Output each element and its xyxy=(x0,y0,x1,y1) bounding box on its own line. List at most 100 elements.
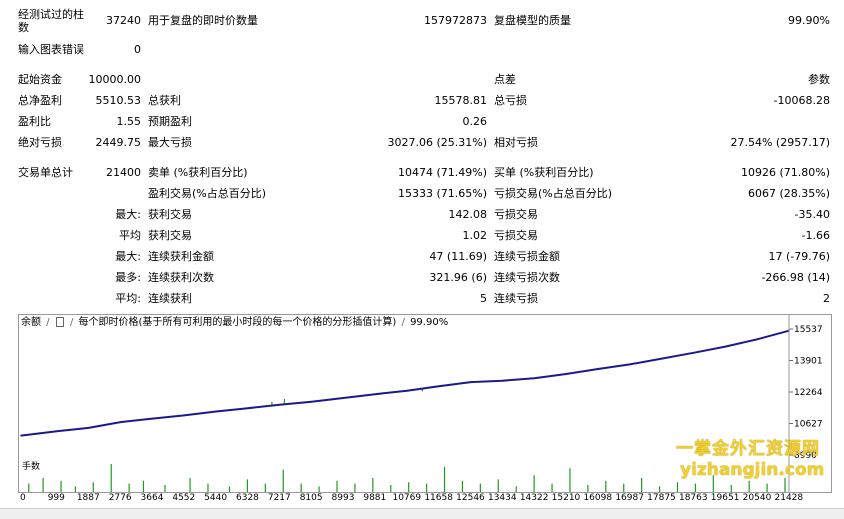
y-tick-label: 15537 xyxy=(794,325,823,335)
volume-bar xyxy=(207,483,209,492)
volume-bar xyxy=(443,466,446,492)
volume-bar xyxy=(461,480,464,492)
label-absolute-drawdown: 绝对亏损 xyxy=(18,136,62,149)
value-total-net-profit: 5510.53 xyxy=(95,94,142,107)
model-quality: 99.90% xyxy=(410,317,449,328)
value-long-positions: 10926 (71.80%) xyxy=(740,166,830,179)
label-gross-profit: 总获利 xyxy=(148,94,181,107)
x-tick-label: 20540 xyxy=(742,493,772,503)
x-tick-label: 18763 xyxy=(678,493,708,503)
watermark-text-cn: 一掌金外汇资源网 xyxy=(676,439,820,459)
balance-point xyxy=(501,379,504,382)
balance-point xyxy=(692,352,695,354)
volume-bar xyxy=(390,485,392,492)
balance-point xyxy=(756,338,758,341)
label-largest-loss: 亏损交易 xyxy=(494,208,538,221)
label-loss-trades: 亏损交易(%占总百分比) xyxy=(494,187,613,200)
label-profit-factor: 盈利比 xyxy=(18,115,51,128)
value-relative-drawdown: 27.54% (2957.17) xyxy=(730,136,830,149)
balance-point xyxy=(724,345,727,348)
value-expected-payoff: 0.26 xyxy=(462,115,488,128)
x-tick-label: 8105 xyxy=(299,493,323,503)
balance-point xyxy=(20,434,22,437)
value-largest-loss: -35.40 xyxy=(794,208,830,221)
value-bars-tested: 37240 xyxy=(106,14,141,27)
balance-point xyxy=(438,385,440,388)
x-tick-label: 7217 xyxy=(267,493,291,503)
balance-point xyxy=(597,368,599,370)
volume-bar xyxy=(623,483,625,492)
label-maximal-drawdown: 最大亏损 xyxy=(148,136,192,149)
label-spread: 点差 xyxy=(494,73,516,86)
balance-point xyxy=(183,414,185,417)
value-largest-profit: 142.08 xyxy=(448,208,488,221)
balance-point xyxy=(342,397,345,399)
x-tick-label: 3664 xyxy=(140,493,164,503)
balance-line xyxy=(20,329,790,437)
x-tick-label: 12546 xyxy=(456,493,485,503)
balance-point xyxy=(660,357,663,360)
volume-bar xyxy=(336,480,338,492)
label-max-consec: 最大: xyxy=(115,250,141,263)
x-tick-label: 13434 xyxy=(487,493,517,503)
x-tick-label: 17875 xyxy=(647,493,676,503)
volume-bar xyxy=(300,483,302,492)
x-tick-label: 0 xyxy=(20,493,26,503)
volume-bar xyxy=(142,480,145,492)
volume-bar xyxy=(730,485,732,492)
x-tick-label: 9881 xyxy=(363,493,387,503)
chart-header: 余额 / / 每个即时价格(基于所有可利用的最小时段的每一个价格的分形插值计算)… xyxy=(21,316,448,330)
x-tick-label: 1887 xyxy=(76,493,100,503)
label-ticks-modelled: 用于复盘的即时价数量 xyxy=(148,14,258,27)
x-tick-label: 4552 xyxy=(172,493,196,503)
volume-bar xyxy=(60,480,62,492)
x-tick-label: 14322 xyxy=(519,493,549,503)
x-tick-label: 999 xyxy=(47,493,65,503)
y-tick-label: 12264 xyxy=(794,388,823,398)
label-profit-trades: 盈利交易(%占总百分比) xyxy=(148,187,267,200)
label-maximal-consec-loss: 连续亏损次数 xyxy=(494,271,560,284)
x-tick-label: 21428 xyxy=(774,493,804,503)
volume-bar xyxy=(587,485,589,492)
balance-point xyxy=(565,373,567,375)
label-relative-drawdown: 相对亏损 xyxy=(494,136,538,149)
value-maximal-drawdown: 3027.06 (25.31%) xyxy=(387,136,487,149)
value-average-loss: -1.66 xyxy=(801,229,830,242)
x-tick-label: 2776 xyxy=(108,493,132,503)
label-mismatched-errors: 输入图表错误 xyxy=(18,43,84,56)
label-average: 平均 xyxy=(119,229,141,242)
volume-bar xyxy=(408,482,410,492)
volume-bar xyxy=(128,483,130,492)
value-short-positions: 10474 (71.49%) xyxy=(397,166,487,179)
label-bars-tested-l2: 数 xyxy=(18,21,29,34)
volume-bar xyxy=(497,479,499,492)
legend-separator: / xyxy=(46,317,50,328)
x-tick-label: 5440 xyxy=(204,493,228,503)
legend-separator-3: / xyxy=(401,317,405,328)
legend-separator-2: / xyxy=(69,317,74,328)
watermark-text-url: yizhangjin.com xyxy=(680,460,825,480)
bottom-scrollbar[interactable] xyxy=(0,508,844,519)
label-total-net-profit: 总净盈利 xyxy=(18,94,62,107)
value-maximal-consec-profit: 321.96 (6) xyxy=(429,271,487,284)
balance-point xyxy=(215,410,217,413)
volume-bar xyxy=(92,482,94,492)
value-avg-consec-wins: 5 xyxy=(480,292,487,305)
volume-bar xyxy=(246,479,248,492)
value-ticks-modelled: 157972873 xyxy=(424,14,487,27)
volume-label: 手数 xyxy=(22,462,41,472)
x-tick-label: 8993 xyxy=(331,493,355,503)
x-tick-label: 10769 xyxy=(392,493,422,503)
value-modelling-quality: 99.90% xyxy=(788,14,830,27)
volume-bar xyxy=(372,478,374,492)
volume-bar xyxy=(641,478,643,492)
volume-bar xyxy=(189,478,191,492)
value-absolute-drawdown: 2449.75 xyxy=(95,136,142,149)
value-average-profit: 1.02 xyxy=(462,229,488,242)
volume-bar xyxy=(282,469,284,492)
value-total-trades: 21400 xyxy=(106,166,141,179)
volume-bar xyxy=(533,475,535,492)
volume-bar xyxy=(479,483,481,492)
volume-bar xyxy=(676,482,679,492)
x-tick-label: 6328 xyxy=(236,493,259,503)
